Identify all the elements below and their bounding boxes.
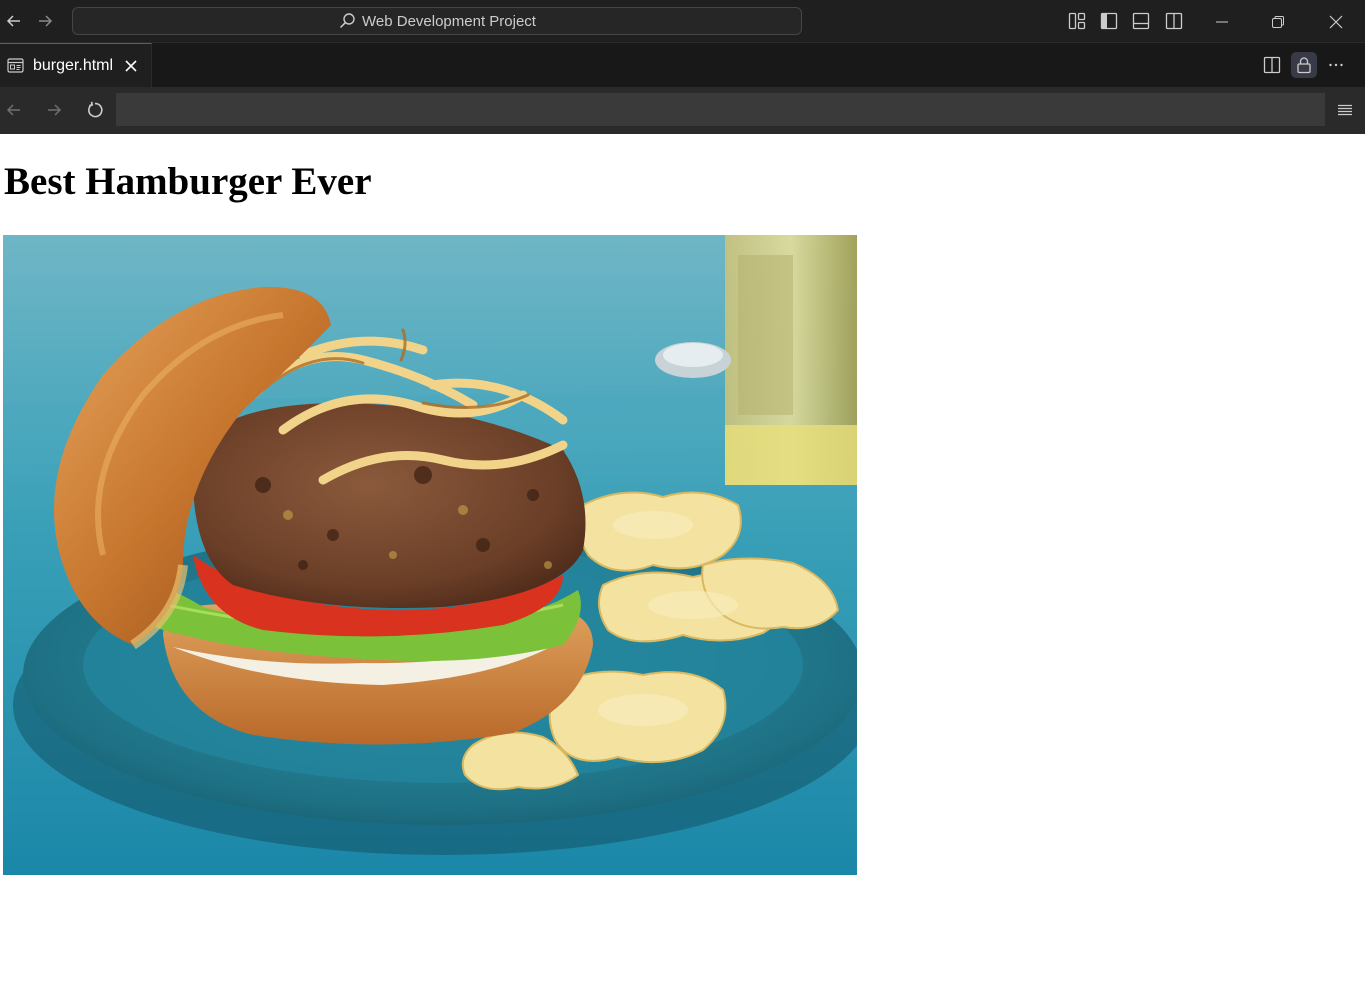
close-icon	[1329, 15, 1343, 28]
browser-back-button[interactable]	[0, 96, 28, 124]
search-label: Web Development Project	[362, 12, 536, 30]
tab-burger-html[interactable]: burger.html	[0, 43, 152, 87]
hamburger-photo	[3, 235, 857, 875]
lock-group-button[interactable]	[1291, 52, 1317, 78]
arrow-left-icon	[6, 15, 20, 27]
go-forward-button[interactable]	[31, 6, 59, 36]
close-tab-button[interactable]	[122, 57, 140, 75]
split-editor-icon	[1263, 56, 1281, 74]
refresh-icon	[88, 101, 103, 118]
page-viewport: Best Hamburger Ever	[0, 134, 1365, 990]
arrow-right-icon	[39, 15, 53, 27]
tab-label: burger.html	[33, 56, 114, 74]
customize-layout-button[interactable]	[1064, 8, 1090, 34]
restore-button[interactable]	[1250, 0, 1306, 43]
title-bar: Web Development Project	[0, 0, 1365, 43]
minimize-icon	[1216, 21, 1228, 22]
close-icon	[125, 59, 137, 72]
hamburger-menu-icon	[1338, 104, 1352, 116]
browser-reload-button[interactable]	[81, 96, 109, 124]
ellipsis-icon	[1329, 63, 1343, 67]
command-center-search[interactable]: Web Development Project	[72, 7, 802, 35]
browser-menu-button[interactable]	[1332, 97, 1358, 123]
go-back-button[interactable]	[0, 6, 28, 36]
arrow-right-icon	[48, 104, 62, 116]
minimize-button[interactable]	[1194, 0, 1250, 43]
more-actions-button[interactable]	[1323, 52, 1349, 78]
toggle-primary-sidebar-button[interactable]	[1096, 8, 1122, 34]
panel-icon	[1132, 12, 1150, 30]
close-window-button[interactable]	[1308, 0, 1364, 43]
secondary-sidebar-icon	[1165, 12, 1183, 30]
customize-layout-icon	[1068, 12, 1086, 30]
lock-icon	[1297, 57, 1311, 74]
arrow-left-icon	[6, 104, 20, 116]
editor-tab-bar: burger.html	[0, 43, 1365, 87]
browser-toolbar	[0, 87, 1365, 134]
restore-icon	[1272, 15, 1284, 28]
page-heading: Best Hamburger Ever	[4, 160, 372, 203]
preview-icon	[7, 57, 24, 74]
search-icon	[339, 13, 355, 29]
toggle-secondary-sidebar-button[interactable]	[1161, 8, 1187, 34]
toggle-panel-button[interactable]	[1128, 8, 1154, 34]
primary-sidebar-icon	[1100, 12, 1118, 30]
browser-forward-button[interactable]	[40, 96, 68, 124]
browser-url-input[interactable]	[116, 93, 1325, 126]
split-editor-button[interactable]	[1259, 52, 1285, 78]
